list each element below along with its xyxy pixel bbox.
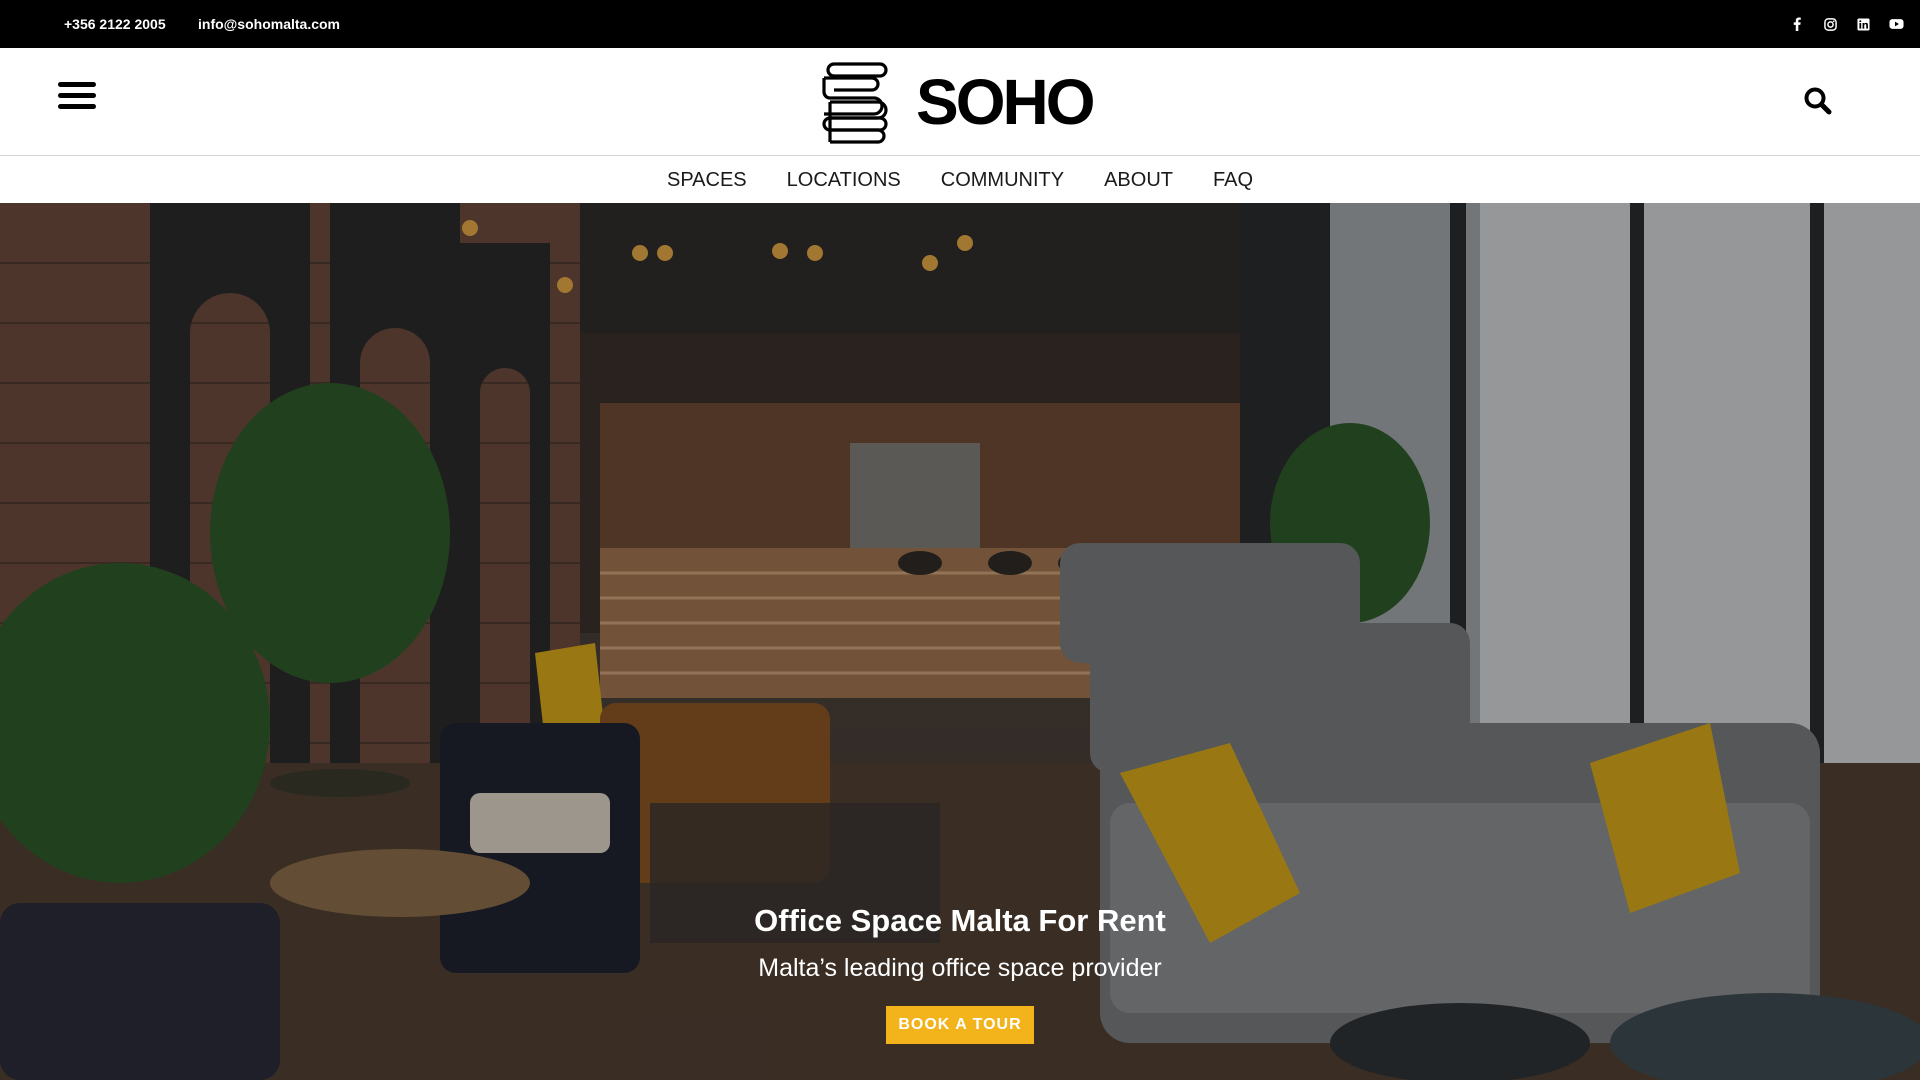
nav-item-about[interactable]: ABOUT xyxy=(1104,169,1173,192)
nav-item-spaces[interactable]: SPACES xyxy=(667,169,747,192)
site-logo[interactable]: SOHO xyxy=(820,60,1095,144)
hero-overlay xyxy=(0,203,1920,1080)
main-navigation: SPACES LOCATIONS COMMUNITY ABOUT FAQ xyxy=(0,157,1920,203)
phone-link[interactable]: +356 2122 2005 xyxy=(64,0,166,48)
nav-item-community[interactable]: COMMUNITY xyxy=(941,169,1064,192)
social-links xyxy=(1789,0,1904,48)
logo-wordmark: SOHO xyxy=(916,66,1095,138)
hamburger-menu-icon[interactable] xyxy=(58,82,96,114)
nav-item-locations[interactable]: LOCATIONS xyxy=(787,169,901,192)
nav-item-faq[interactable]: FAQ xyxy=(1213,169,1253,192)
hero-section: Office Space Malta For Rent Malta’s lead… xyxy=(0,203,1920,1080)
search-icon[interactable] xyxy=(1802,85,1834,117)
email-link[interactable]: info@sohomalta.com xyxy=(198,0,340,48)
hero-subtitle: Malta’s leading office space provider xyxy=(758,954,1162,982)
linkedin-icon[interactable] xyxy=(1855,16,1871,32)
top-bar: +356 2122 2005 info@sohomalta.com xyxy=(0,0,1920,48)
instagram-icon[interactable] xyxy=(1822,16,1838,32)
book-a-tour-button[interactable]: BOOK A TOUR xyxy=(886,1006,1034,1044)
soho-logo-mark xyxy=(822,62,888,144)
facebook-icon[interactable] xyxy=(1789,16,1805,32)
hero-title: Office Space Malta For Rent xyxy=(754,903,1166,938)
youtube-icon[interactable] xyxy=(1888,16,1904,32)
site-header: SOHO xyxy=(0,48,1920,156)
